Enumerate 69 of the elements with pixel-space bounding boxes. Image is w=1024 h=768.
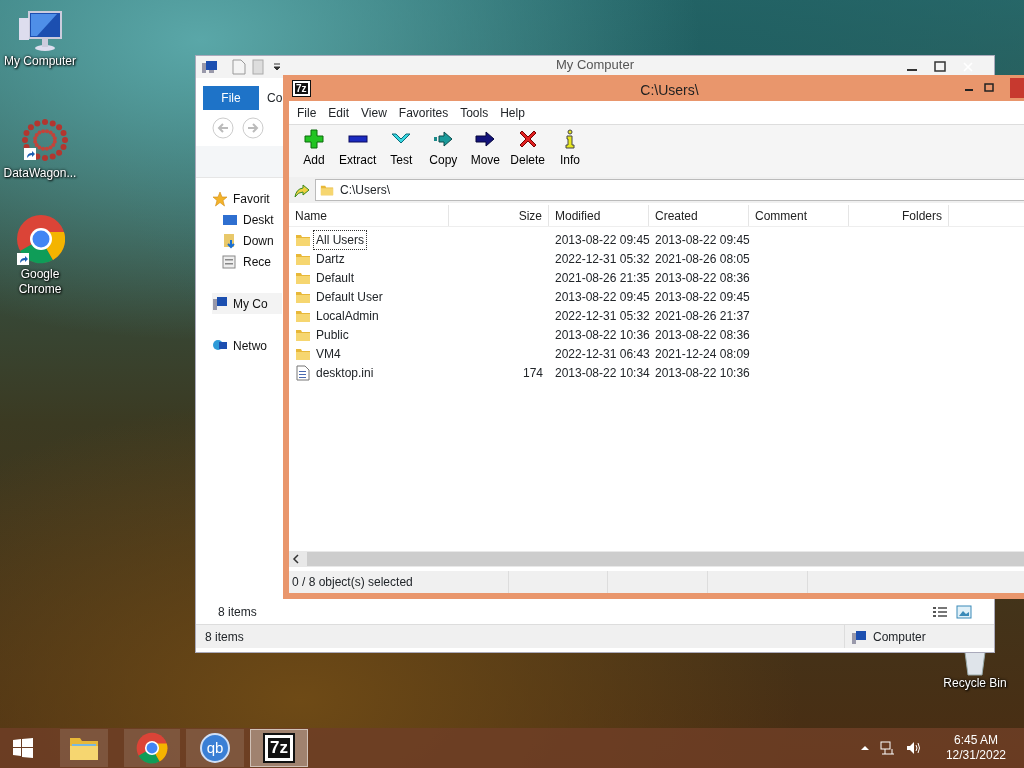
column-header[interactable]: Comment [749, 205, 849, 226]
table-cell-text: 2021-12-24 08:09 [654, 346, 751, 361]
taskbar-button[interactable]: 7z [250, 729, 308, 767]
file-name[interactable]: VM4 [314, 344, 343, 363]
toolbar-button[interactable]: Move [464, 125, 507, 177]
nav-item[interactable]: Netwo [233, 336, 267, 355]
menu-item[interactable]: Help [494, 103, 531, 122]
table-cell-text: 2013-08-22 08:36 [654, 270, 751, 285]
menu-item[interactable]: Tools [454, 103, 495, 122]
table-cell-text: 2013-08-22 09:45 [554, 289, 651, 304]
toolbar-button[interactable]: Add [293, 125, 335, 177]
table-cell-text: 2021-08-26 08:05 [654, 251, 751, 266]
toolbar-button[interactable]: Delete [506, 125, 550, 177]
toolbar-button[interactable]: Extract [335, 125, 381, 177]
file-name[interactable]: LocalAdmin [314, 306, 381, 325]
table-cell-text: 2021-08-26 21:37 [654, 308, 751, 323]
app-logo: 7z [293, 80, 310, 96]
table-cell-text: 2013-08-22 10:34 [554, 365, 651, 380]
clock-time[interactable]: 6:45 AM [945, 733, 1006, 748]
app-logo: 7z [265, 735, 293, 761]
location-text: Computer [873, 628, 926, 646]
desktop-icon-label[interactable]: Google Chrome [15, 267, 65, 297]
taskbar-button[interactable]: qb [186, 729, 244, 767]
menu-item[interactable]: View [355, 103, 393, 122]
item-count: 8 items [218, 604, 257, 621]
desktop-icon-label[interactable]: My Computer [4, 54, 76, 69]
table-cell-text: 2013-08-22 09:45 [554, 232, 651, 247]
table-cell-text: 174 [522, 364, 543, 382]
table-cell-text: 2013-08-22 09:45 [654, 232, 751, 247]
menu-item[interactable]: Favorites [392, 103, 455, 122]
table-cell-text: 2021-08-26 21:35 [554, 270, 651, 285]
table-cell-text: 2022-12-31 06:43 [554, 346, 651, 361]
file-name[interactable]: Default User [314, 287, 385, 306]
window-title: C:\Users\ [640, 81, 699, 100]
table-cell-text: 2022-12-31 05:32 [554, 251, 651, 266]
column-header[interactable]: Modified [549, 205, 649, 226]
file-name[interactable]: Dartz [314, 249, 347, 268]
desktop-icon-label[interactable]: DataWagon... [3, 166, 77, 181]
window-title: My Computer [556, 57, 634, 72]
column-header[interactable]: Created [649, 205, 749, 226]
desktop-icon-label[interactable]: Recycle Bin [943, 676, 1007, 691]
nav-item[interactable]: Rece [243, 252, 271, 271]
ribbon-tab[interactable]: File [203, 86, 259, 110]
file-name[interactable]: desktop.ini [314, 363, 376, 382]
table-cell-text: 2013-08-22 09:45 [654, 289, 751, 304]
table-cell-text: 2022-12-31 05:32 [554, 308, 651, 323]
file-name[interactable]: Public [314, 325, 351, 344]
nav-item[interactable]: Down [243, 231, 274, 250]
toolbar-button[interactable]: Info [549, 125, 592, 177]
table-cell-text: 2013-08-22 10:36 [554, 327, 651, 342]
nav-item[interactable]: Deskt [243, 210, 274, 229]
menu-item[interactable]: File [291, 103, 323, 122]
column-header[interactable]: Name [289, 205, 449, 226]
table-cell-text: 2013-08-22 10:36 [654, 365, 751, 380]
address-field[interactable]: C:\Users\ [315, 179, 1024, 201]
column-header[interactable]: Size [449, 205, 549, 226]
status-text: 0 / 8 object(s) selected [292, 574, 413, 591]
menu-item[interactable]: Edit [322, 103, 356, 122]
toolbar-button[interactable]: Copy [422, 125, 465, 177]
clock-date[interactable]: 12/31/2022 [945, 748, 1006, 763]
column-header[interactable]: Folders [849, 205, 949, 226]
toolbar-button[interactable]: Test [380, 125, 423, 177]
file-name[interactable]: Default [314, 268, 357, 287]
file-name[interactable]: All Users [314, 230, 366, 249]
status-text: 8 items [205, 628, 244, 646]
ribbon-tab[interactable]: Co [259, 86, 283, 110]
app-logo: qb [200, 733, 230, 763]
table-cell-text: 2013-08-22 08:36 [654, 327, 751, 342]
nav-item[interactable]: Favorit [233, 189, 270, 208]
